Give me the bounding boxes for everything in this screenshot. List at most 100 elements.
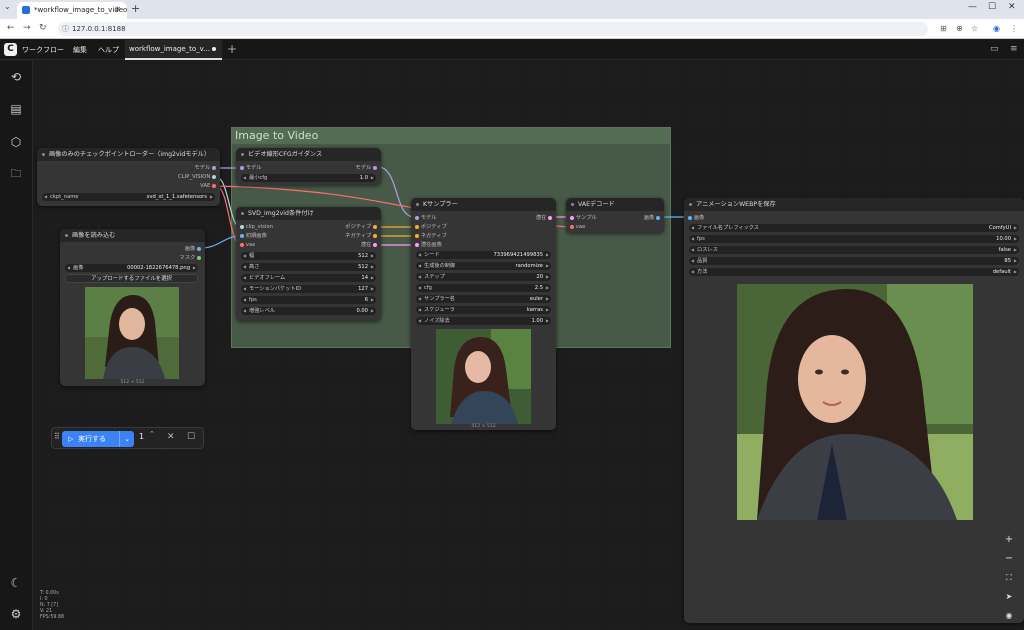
batch-count-input[interactable]: 1 (139, 432, 144, 441)
bookmark-star-icon[interactable]: ☆ (971, 24, 978, 33)
profile-icon[interactable]: ◉ (993, 24, 1000, 33)
browser-tab[interactable]: *workflow_image_to_video ✕ (17, 2, 127, 19)
new-tab-button[interactable]: + (131, 2, 140, 15)
menu-help[interactable]: ヘルプ (98, 45, 119, 55)
batch-stepper-icon[interactable]: ⌃ (149, 430, 155, 438)
output-mask[interactable]: マスク (179, 254, 201, 262)
output-vae[interactable]: VAE (200, 182, 216, 190)
add-workflow-tab-button[interactable]: + (227, 42, 237, 56)
widget-fps[interactable]: fps10.00 (689, 235, 1019, 243)
node-ksampler[interactable]: Kサンプラー モデル ポジティブ ネガティブ 潜在画像 潜在 シード733969… (411, 198, 556, 430)
minimize-button[interactable]: — (968, 2, 977, 12)
theme-toggle-icon[interactable]: ☾ (9, 576, 23, 590)
output-image[interactable]: 画像 (644, 214, 660, 222)
input-model[interactable]: モデル (240, 164, 262, 172)
output-model[interactable]: モデル (194, 164, 216, 172)
menu-workflow[interactable]: ワークフロー (22, 45, 64, 55)
url-field[interactable]: ⓘ 127.0.0.1:8188 (58, 22, 928, 36)
workflow-tab[interactable]: workflow_image_to_v... (125, 40, 222, 60)
zoom-icon[interactable]: ⊕ (956, 24, 963, 33)
reload-button[interactable]: ↻ (39, 23, 47, 33)
settings-gear-icon[interactable]: ⚙ (9, 607, 23, 621)
widget-height[interactable]: 高さ512 (241, 263, 376, 271)
widget-width[interactable]: 幅512 (241, 252, 376, 260)
node-save-animated-webp[interactable]: アニメーションWEBPを保存 画像 ファイル名プレフィックスComfyUI fp… (684, 198, 1024, 623)
output-image[interactable]: 画像 (185, 245, 201, 253)
widget-seed[interactable]: シード733969421499835 (416, 251, 551, 259)
queue-history-icon[interactable]: ⟲ (9, 70, 23, 84)
output-latent[interactable]: 潜在 (536, 214, 552, 222)
input-negative[interactable]: ネガティブ (415, 232, 447, 240)
input-samples[interactable]: サンプル (570, 214, 597, 222)
output-negative[interactable]: ネガティブ (345, 232, 377, 240)
node-title[interactable]: 画像のみのチェックポイントローダー（img2vidモデル） (37, 148, 220, 161)
run-button[interactable]: ▷ 実行する ⌄ (62, 431, 134, 447)
zoom-out-icon[interactable]: − (1002, 552, 1016, 566)
node-vae-decode[interactable]: VAEデコード サンプル vae 画像 (566, 198, 664, 233)
widget-min-cfg[interactable]: 最小cfg 1.0 (241, 174, 376, 182)
input-vae[interactable]: vae (570, 223, 585, 231)
widget-image-file[interactable]: 画像 00002-1822676478.png (65, 264, 198, 272)
drag-handle-icon[interactable]: ⠿ (54, 432, 60, 441)
node-library-icon[interactable]: ▤ (9, 102, 23, 116)
zoom-in-icon[interactable]: + (1002, 533, 1016, 547)
widget-quality[interactable]: 品質85 (689, 257, 1019, 265)
widget-cfg[interactable]: cfg2.5 (416, 284, 551, 292)
node-title[interactable]: Kサンプラー (411, 198, 556, 211)
widget-motion-bucket-id[interactable]: モーションバケットID127 (241, 285, 376, 293)
forward-button[interactable]: → (23, 23, 31, 33)
widget-fps[interactable]: fps6 (241, 296, 376, 304)
widget-augmentation-level[interactable]: 増強レベル0.00 (241, 307, 376, 315)
tab-close-icon[interactable]: ✕ (114, 2, 121, 18)
back-button[interactable]: ← (7, 23, 15, 33)
link-visibility-icon[interactable]: ◉ (1002, 609, 1016, 623)
widget-control-after-generate[interactable]: 生成後の制御randomize (416, 262, 551, 270)
node-title[interactable]: VAEデコード (566, 198, 664, 211)
translate-icon[interactable]: ⊞ (940, 24, 947, 33)
fit-view-icon[interactable]: ⛶ (1002, 571, 1016, 585)
hamburger-menu-icon[interactable]: ≡ (1010, 44, 1018, 54)
input-model[interactable]: モデル (415, 214, 437, 222)
site-info-icon[interactable]: ⓘ (62, 22, 69, 36)
widget-filename-prefix[interactable]: ファイル名プレフィックスComfyUI (689, 224, 1019, 232)
run-mode-dropdown-icon[interactable]: ⌄ (119, 431, 130, 447)
node-title[interactable]: ビデオ線形CFGガイダンス (236, 148, 381, 161)
widget-denoise[interactable]: ノイズ除去1.00 (416, 317, 551, 325)
node-title[interactable]: SVD_img2vid条件付け (236, 207, 381, 220)
cancel-run-icon[interactable]: ✕ (167, 432, 175, 442)
node-svd-img2vid-conditioning[interactable]: SVD_img2vid条件付け clip_vision 初期画像 vae ポジテ… (236, 207, 381, 321)
node-title[interactable]: アニメーションWEBPを保存 (684, 198, 1024, 211)
output-latent[interactable]: 潜在 (361, 241, 377, 249)
widget-scheduler[interactable]: スケジューラkarras (416, 306, 551, 314)
output-positive[interactable]: ポジティブ (345, 223, 377, 231)
widget-ckpt-name[interactable]: ckpt_name svd_xt_1_1.safetensors (42, 193, 215, 201)
widget-method[interactable]: 方法default (689, 268, 1019, 276)
tab-list-icon[interactable]: ⌄ (4, 2, 11, 11)
node-load-image[interactable]: 画像を読み込む 画像 マスク 画像 00002-1822676478.png ア… (60, 229, 205, 386)
node-video-cfg-guidance[interactable]: ビデオ線形CFGガイダンス モデル モデル 最小cfg 1.0 (236, 148, 381, 185)
model-library-icon[interactable]: ⬡ (9, 135, 23, 149)
input-latent-image[interactable]: 潜在画像 (415, 241, 442, 249)
browser-menu-icon[interactable]: ⋮ (1010, 24, 1018, 33)
graph-canvas[interactable]: Image to Video 画像のみのチェックポイントローダー（img2vid… (34, 61, 1024, 630)
upload-file-button[interactable]: アップロードするファイルを選択 (65, 274, 198, 283)
widget-sampler-name[interactable]: サンプラー名euler (416, 295, 551, 303)
widget-lossless[interactable]: ロスレスfalse (689, 246, 1019, 254)
window-close-button[interactable]: ✕ (1008, 2, 1016, 12)
maximize-button[interactable]: ☐ (988, 2, 996, 12)
widget-steps[interactable]: ステップ20 (416, 273, 551, 281)
widget-video-frames[interactable]: ビデオフレーム14 (241, 274, 376, 282)
output-model[interactable]: モデル (355, 164, 377, 172)
workflows-folder-icon[interactable]: 🗀 (9, 167, 23, 181)
input-vae[interactable]: vae (240, 241, 255, 249)
input-images[interactable]: 画像 (688, 214, 704, 222)
node-checkpoint-loader[interactable]: 画像のみのチェックポイントローダー（img2vidモデル） モデル CLIP_V… (37, 148, 220, 206)
input-clip-vision[interactable]: clip_vision (240, 223, 273, 231)
input-init-image[interactable]: 初期画像 (240, 232, 267, 240)
comfyui-logo-icon[interactable]: C (4, 43, 17, 56)
output-clip-vision[interactable]: CLIP_VISION (178, 173, 216, 181)
input-positive[interactable]: ポジティブ (415, 223, 447, 231)
stop-run-icon[interactable]: ☐ (187, 432, 195, 442)
select-mode-icon[interactable]: ➤ (1002, 590, 1016, 604)
bottom-panel-toggle-icon[interactable]: ▭ (990, 44, 999, 54)
